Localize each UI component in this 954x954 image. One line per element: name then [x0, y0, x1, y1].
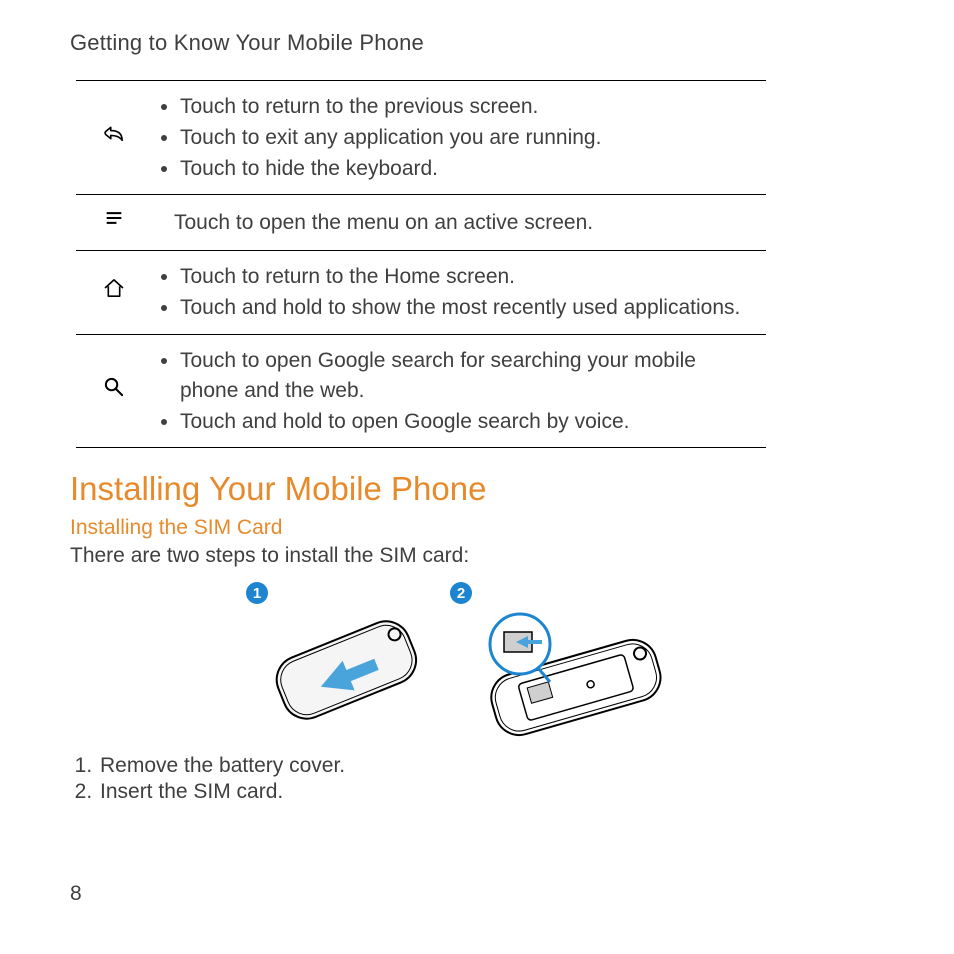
sim-install-steps: Remove the battery cover. Insert the SIM… — [70, 754, 884, 804]
icon-cell — [76, 195, 152, 251]
step-badge-2: 2 — [450, 582, 472, 604]
back-icon — [101, 128, 127, 151]
home-icon — [101, 283, 127, 306]
desc-cell: Touch to open Google search for searchin… — [152, 334, 766, 447]
intro-text: There are two steps to install the SIM c… — [70, 544, 884, 568]
desc-cell: Touch to return to the previous screen. … — [152, 81, 766, 195]
step-item: Insert the SIM card. — [98, 780, 884, 804]
icon-cell — [76, 334, 152, 447]
button-reference-table: Touch to return to the previous screen. … — [76, 80, 766, 448]
table-row: Touch to open the menu on an active scre… — [76, 195, 766, 251]
section-title-installing-sim: Installing the SIM Card — [70, 516, 884, 540]
sim-install-diagram: 1 2 — [70, 578, 760, 748]
diagram-step-2: 2 — [450, 582, 680, 740]
section-title-installing-phone: Installing Your Mobile Phone — [70, 470, 884, 508]
page-number: 8 — [70, 882, 82, 906]
table-row: Touch to open Google search for searchin… — [76, 334, 766, 447]
icon-cell — [76, 81, 152, 195]
search-icon — [101, 382, 127, 405]
page: Getting to Know Your Mobile Phone Touch … — [0, 0, 954, 954]
list-item: Touch to return to the previous screen. — [180, 92, 758, 122]
list-item: Touch to exit any application you are ru… — [180, 123, 758, 153]
list-item: Touch to open the menu on an active scre… — [160, 206, 758, 240]
phone-sim-illustration — [450, 610, 680, 740]
step-badge-1: 1 — [246, 582, 268, 604]
icon-cell — [76, 251, 152, 335]
phone-cover-illustration — [246, 610, 436, 730]
list-item: Touch to hide the keyboard. — [180, 154, 758, 184]
desc-cell: Touch to open the menu on an active scre… — [152, 195, 766, 251]
list-item: Touch and hold to show the most recently… — [180, 293, 758, 323]
diagram-step-1: 1 — [246, 582, 436, 740]
menu-icon — [101, 213, 127, 236]
list-item: Touch to return to the Home screen. — [180, 262, 758, 292]
page-header: Getting to Know Your Mobile Phone — [70, 30, 884, 56]
step-item: Remove the battery cover. — [98, 754, 884, 778]
table-row: Touch to return to the Home screen. Touc… — [76, 251, 766, 335]
table-row: Touch to return to the previous screen. … — [76, 81, 766, 195]
desc-cell: Touch to return to the Home screen. Touc… — [152, 251, 766, 335]
list-item: Touch to open Google search for searchin… — [180, 346, 758, 406]
list-item: Touch and hold to open Google search by … — [180, 407, 758, 437]
